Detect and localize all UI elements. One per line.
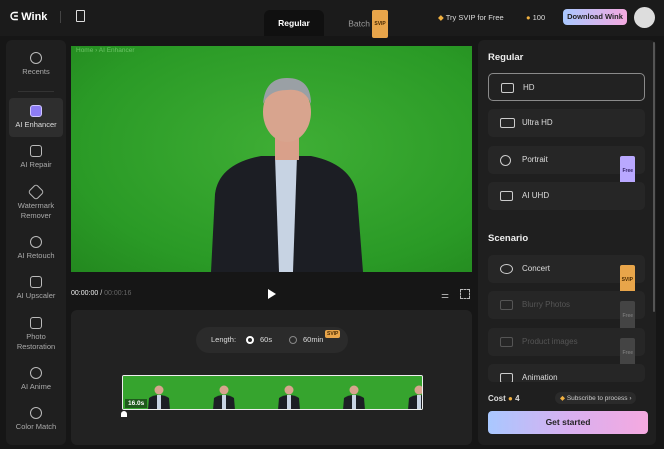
upload-file-icon[interactable] <box>76 10 85 22</box>
option-blurry-photos: Blurry Photos Free <box>488 291 645 331</box>
blurry-photo-icon <box>500 300 513 310</box>
timeline-thumbnail <box>318 376 378 409</box>
timeline-thumbnail <box>188 376 248 409</box>
microphone-icon <box>500 264 513 274</box>
diamond-icon: ◆ <box>560 395 565 402</box>
clip-editor: Length: 60s 60min SVIP 16.0s <box>71 310 472 445</box>
option-concert[interactable]: Concert SVIP <box>488 255 645 295</box>
length-selector: Length: 60s 60min SVIP <box>196 327 348 353</box>
clip-duration: 16.0s <box>125 399 148 408</box>
try-svip-link[interactable]: ◆ Try SVIP for Free <box>438 13 504 22</box>
sidebar-item-ai-repair[interactable]: AI Repair <box>9 145 63 170</box>
video-preview[interactable]: Home › AI Enhancer <box>71 46 472 272</box>
play-icon[interactable] <box>268 289 276 299</box>
divider <box>60 11 61 23</box>
diamond-icon: ◆ <box>438 13 444 22</box>
adjust-icon[interactable]: ⚌ <box>441 290 449 301</box>
retouch-icon <box>30 236 42 248</box>
svip-badge: SVIP <box>325 330 341 338</box>
eraser-icon <box>27 183 45 201</box>
playhead-handle[interactable] <box>121 411 127 417</box>
color-icon <box>30 407 42 419</box>
app-logo[interactable]: ᕮ Wink <box>10 11 47 24</box>
option-product-images: Product images Free <box>488 328 645 368</box>
scrollbar[interactable] <box>653 42 655 312</box>
option-60s[interactable]: 60s <box>260 327 272 353</box>
avatar[interactable] <box>634 7 655 28</box>
timeline-thumbnail <box>253 376 313 409</box>
anime-icon <box>30 367 42 379</box>
history-icon <box>30 52 42 64</box>
get-started-button[interactable]: Get started <box>488 411 648 434</box>
animation-icon <box>500 373 513 382</box>
coin-icon: ● <box>508 394 513 403</box>
top-bar: ᕮ Wink Regular Batch SVIP ◆ Try SVIP for… <box>0 0 664 38</box>
timeline-thumbnail <box>383 376 422 409</box>
option-hd[interactable]: HD <box>488 73 645 101</box>
sidebar: Recents AI Enhancer AI Repair Watermark … <box>6 40 66 445</box>
hd-plus-icon <box>500 118 515 128</box>
sidebar-item-ai-upscaler[interactable]: AI Upscaler <box>9 276 63 301</box>
timeline-strip[interactable] <box>122 375 423 410</box>
option-ultra-hd[interactable]: Ultra HD <box>488 109 645 137</box>
face-icon <box>500 155 511 166</box>
tab-batch[interactable]: Batch SVIP <box>338 10 398 38</box>
option-animation[interactable]: Animation <box>488 364 645 382</box>
repair-icon <box>30 145 42 157</box>
presenter-figure <box>211 78 363 272</box>
ai-uhd-icon <box>500 191 513 201</box>
coin-icon: ● <box>526 13 531 22</box>
fullscreen-icon[interactable] <box>460 289 470 299</box>
sidebar-item-ai-enhancer[interactable]: AI Enhancer <box>9 98 63 137</box>
cost-display: Cost ● 4 <box>488 394 520 403</box>
sidebar-item-recents[interactable]: Recents <box>9 52 63 77</box>
option-ai-uhd[interactable]: AI UHD <box>488 182 645 210</box>
download-wink-button[interactable]: Download Wink <box>563 9 627 25</box>
sidebar-item-watermark-remover[interactable]: Watermark Remover <box>9 183 63 220</box>
subscribe-link[interactable]: ◆ Subscribe to process › <box>555 392 637 404</box>
wink-logo-icon: ᕮ <box>10 11 22 23</box>
sidebar-item-ai-anime[interactable]: AI Anime <box>9 367 63 392</box>
hd-icon <box>501 83 514 93</box>
option-portrait[interactable]: Portrait Free <box>488 146 645 186</box>
4k-icon <box>30 276 42 288</box>
tshirt-icon <box>500 337 513 347</box>
option-60min[interactable]: 60min <box>303 327 323 353</box>
coin-balance: ● 100 <box>526 13 546 22</box>
sidebar-item-ai-retouch[interactable]: AI Retouch <box>9 236 63 261</box>
radio-60s[interactable] <box>246 336 254 344</box>
breadcrumb[interactable]: Home › AI Enhancer <box>76 47 135 54</box>
options-panel: Regular HD Ultra HD Portrait Free AI UHD … <box>478 40 656 445</box>
section-title-regular: Regular <box>488 52 524 63</box>
divider <box>18 91 54 92</box>
hd-icon <box>30 105 42 117</box>
sidebar-item-photo-restoration[interactable]: Photo Restoration <box>9 317 63 351</box>
photo-icon <box>30 317 42 329</box>
sidebar-item-color-match[interactable]: Color Match <box>9 407 63 432</box>
radio-60min[interactable] <box>289 336 297 344</box>
tab-regular[interactable]: Regular <box>264 10 324 36</box>
time-display: 00:00:00 / 00:00:16 <box>71 290 132 297</box>
section-title-scenario: Scenario <box>488 233 529 244</box>
